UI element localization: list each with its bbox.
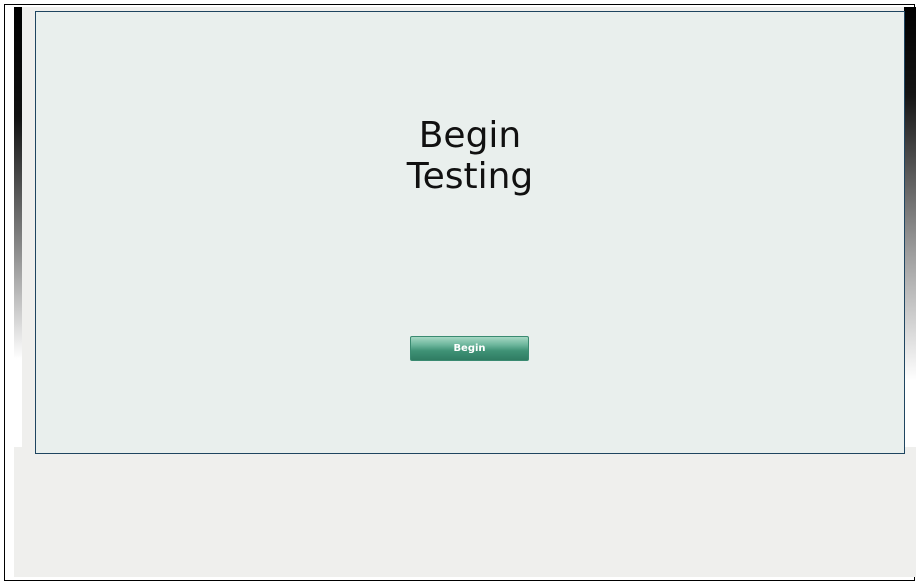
- begin-button[interactable]: Begin: [410, 336, 529, 361]
- left-decorative-gradient: [14, 7, 22, 447]
- panel-heading: Begin Testing: [36, 115, 904, 197]
- heading-line-1: Begin: [418, 115, 522, 156]
- right-decorative-gradient: [904, 7, 916, 447]
- test-panel: Begin Testing Begin: [35, 11, 905, 454]
- heading-line-2: Testing: [406, 156, 534, 197]
